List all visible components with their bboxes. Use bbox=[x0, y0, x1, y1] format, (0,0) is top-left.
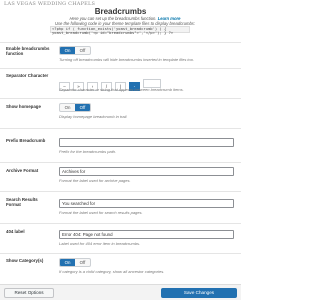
intro-text: Here you can set up the breadcrumbs func… bbox=[30, 16, 220, 26]
separator-help: Separator character or string that appea… bbox=[59, 87, 184, 92]
toggle-on-option[interactable]: On bbox=[60, 259, 75, 266]
divider bbox=[0, 223, 241, 224]
show-category-toggle[interactable]: On Off bbox=[59, 258, 91, 267]
not-found-help: Label used for 404 error item in breadcr… bbox=[59, 241, 141, 246]
divider bbox=[0, 98, 241, 99]
toggle-off-option[interactable]: Off bbox=[75, 104, 90, 111]
code-line-2: yoast_breadcrumb('<p id="breadcrumbs">',… bbox=[52, 29, 174, 35]
not-found-label: 404 label bbox=[6, 229, 25, 234]
toggle-on-option[interactable]: On bbox=[60, 47, 75, 54]
archive-format-label: Archive Format bbox=[6, 168, 39, 173]
page-title: Breadcrumbs bbox=[94, 7, 147, 16]
archive-format-help: Format the label used for archive pages. bbox=[59, 178, 131, 183]
toggle-off-option[interactable]: Off bbox=[75, 47, 90, 54]
show-homepage-label: Show homepage bbox=[6, 104, 41, 109]
prefix-label: Prefix Breadcrumb bbox=[6, 138, 46, 143]
divider bbox=[0, 191, 241, 192]
toggle-off-option[interactable]: Off bbox=[75, 259, 90, 266]
show-category-label: Show Category(s) bbox=[6, 258, 44, 263]
show-category-help: If category is a child category, show al… bbox=[59, 269, 165, 274]
enable-breadcrumbs-label: Enable breadcrumbs function bbox=[6, 46, 50, 57]
prefix-input[interactable] bbox=[59, 138, 234, 147]
save-changes-button[interactable]: Save Changes bbox=[161, 288, 237, 298]
enable-breadcrumbs-toggle[interactable]: On Off bbox=[59, 46, 91, 55]
reset-options-button[interactable]: Reset Options bbox=[4, 288, 54, 298]
archive-format-input[interactable]: Archives for bbox=[59, 167, 234, 176]
separator-choices: –» › / | - bbox=[59, 75, 164, 91]
not-found-input[interactable]: Error 404: Page not found bbox=[59, 230, 234, 239]
enable-breadcrumbs-help: Turning off breadcrumbs will hide breadc… bbox=[59, 57, 195, 62]
code-snippet: <?php if ( function_exists('yoast_breadc… bbox=[50, 26, 190, 35]
divider bbox=[0, 253, 241, 254]
divider bbox=[0, 68, 241, 69]
divider bbox=[0, 42, 241, 43]
search-format-label: Search Results Format bbox=[6, 197, 38, 208]
prefix-help: Prefix for the breadcrumbs path. bbox=[59, 149, 117, 154]
divider bbox=[0, 162, 241, 163]
toggle-on-option[interactable]: On bbox=[60, 104, 75, 111]
divider bbox=[0, 128, 241, 129]
show-homepage-toggle[interactable]: On Off bbox=[59, 103, 91, 112]
separator-label: Separator Character bbox=[6, 73, 49, 78]
search-format-input[interactable]: You searched for bbox=[59, 199, 234, 208]
footer-bar: Reset Options Save Changes bbox=[0, 284, 241, 300]
show-homepage-help: Display homepage breadcrumb in trail. bbox=[59, 114, 128, 119]
search-format-help: Format the label used for search results… bbox=[59, 210, 143, 215]
